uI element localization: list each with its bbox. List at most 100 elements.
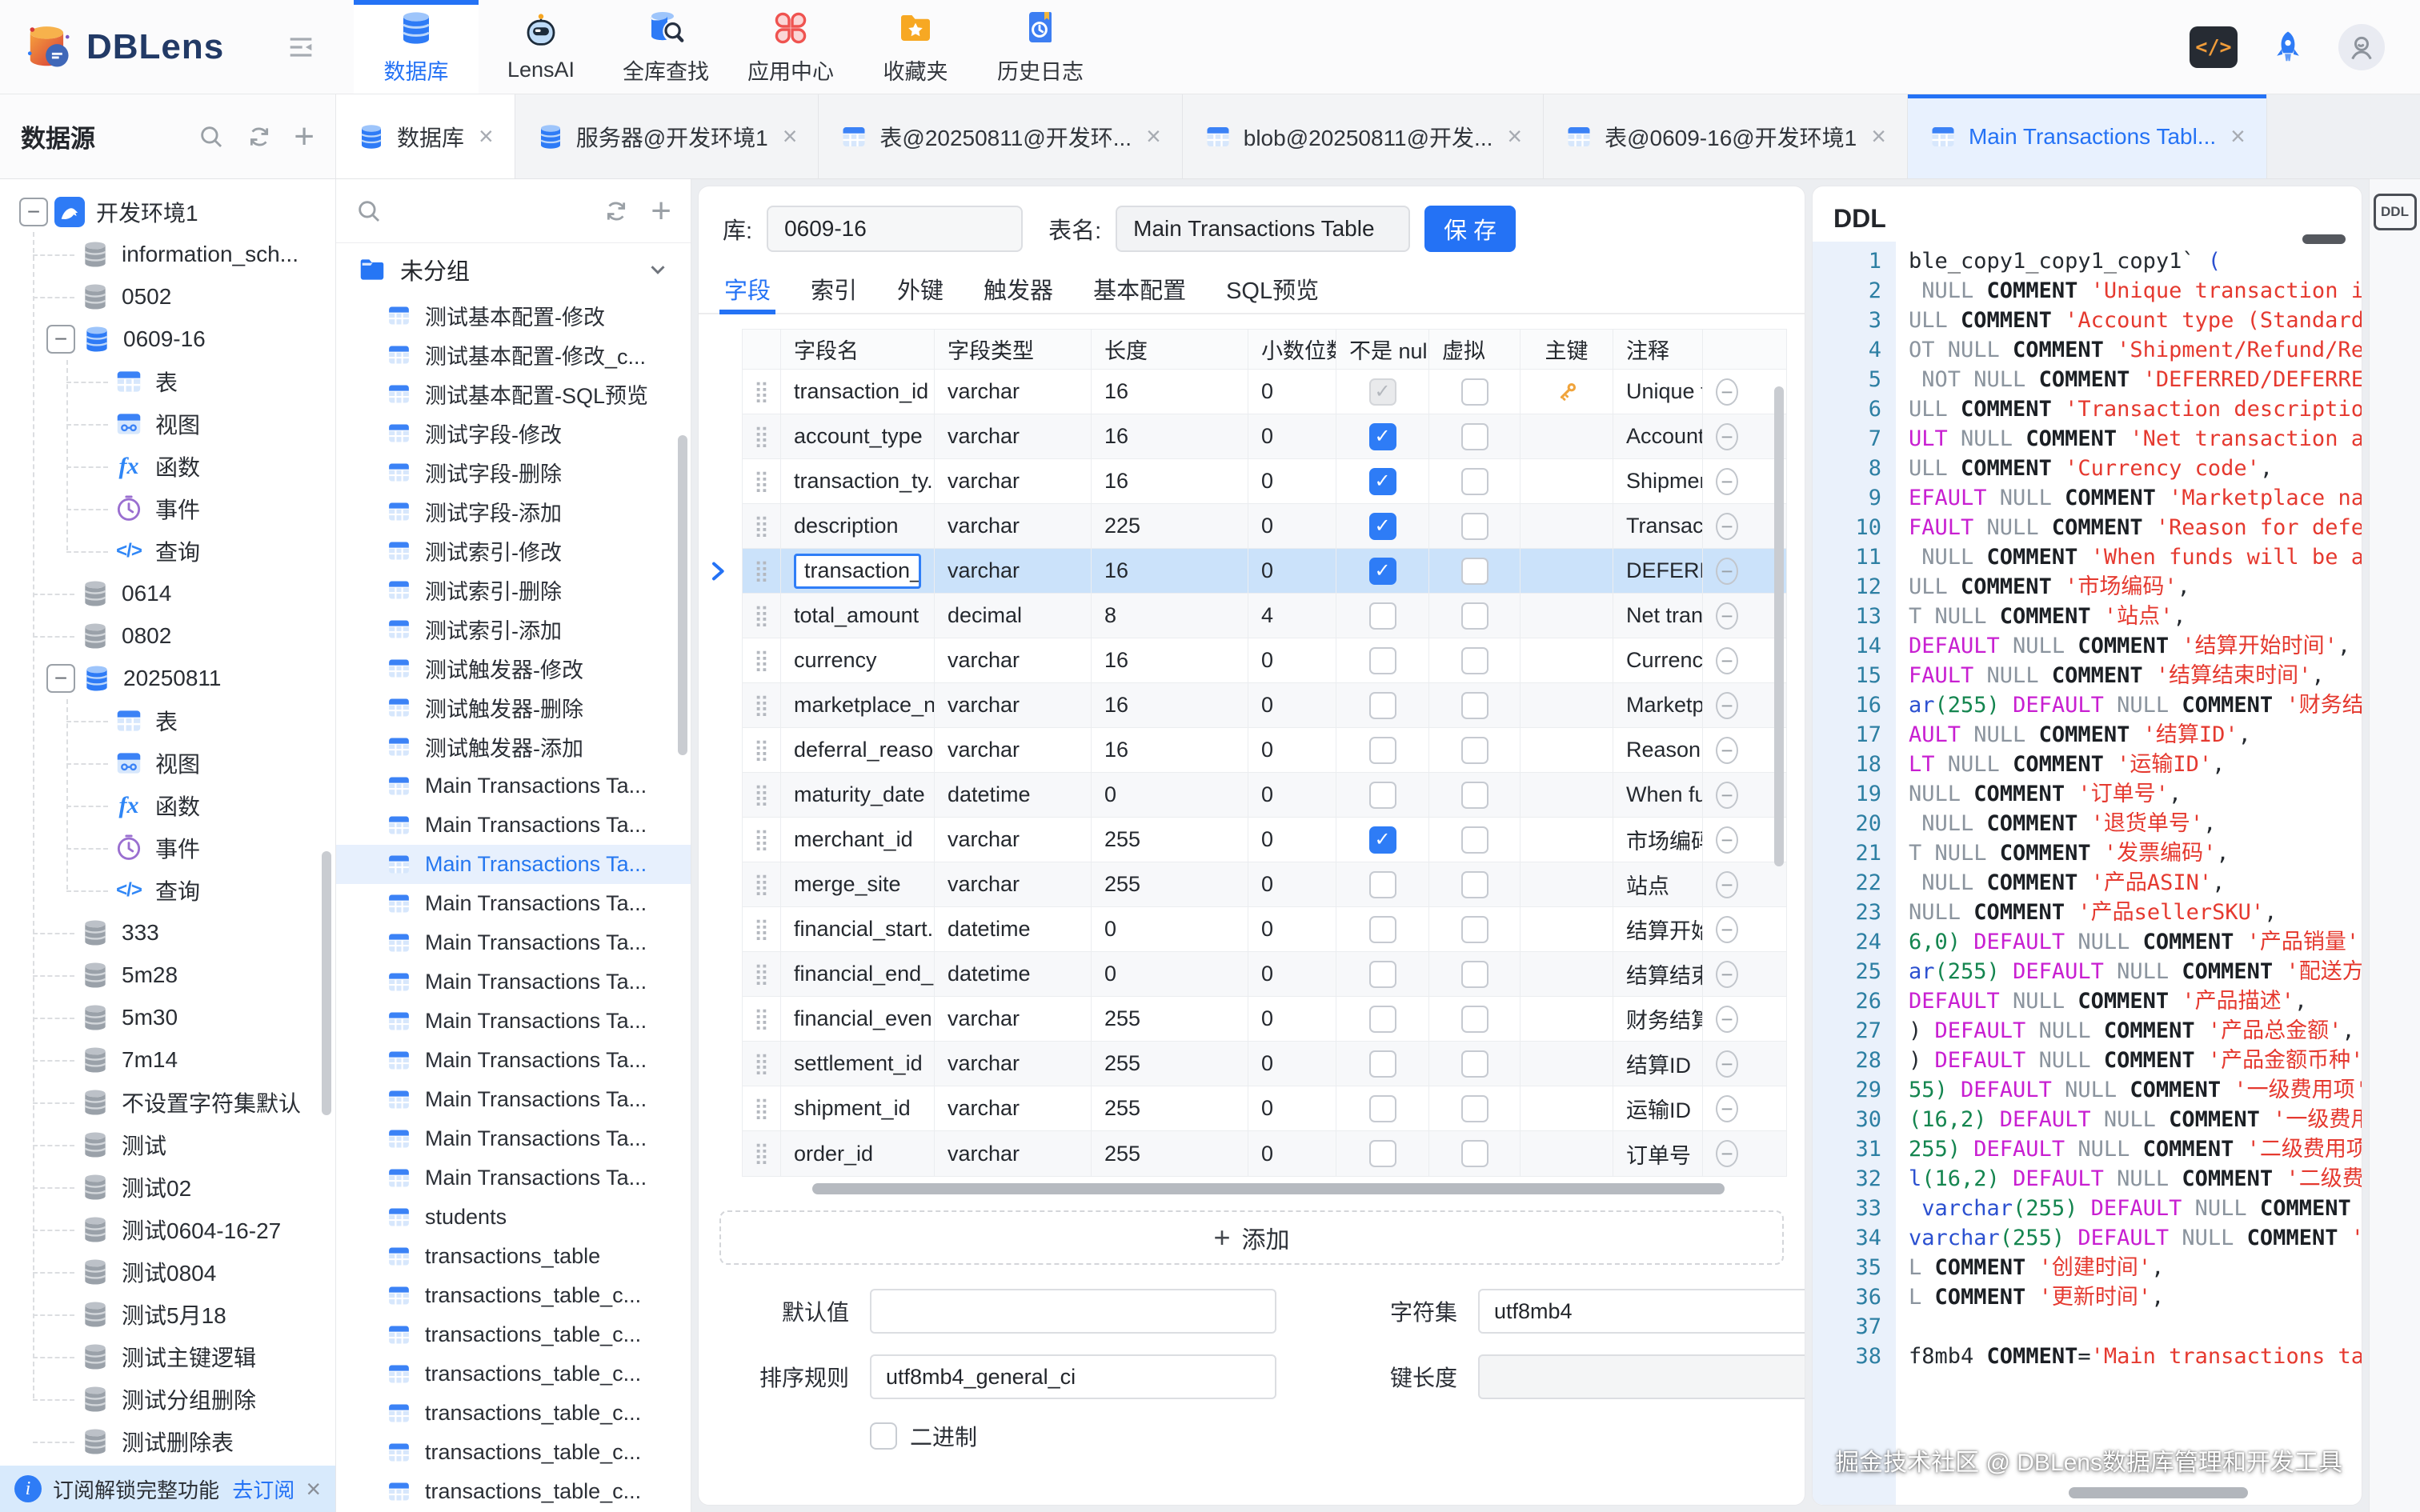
subscribe-link[interactable]: 去订阅 xyxy=(232,1474,294,1504)
checkbox[interactable]: ✓ xyxy=(1369,692,1396,719)
remove-field-icon[interactable]: − xyxy=(1716,871,1738,898)
field-comment-cell[interactable]: Marketpl xyxy=(1613,683,1703,727)
add-field-button[interactable]: + 添加 xyxy=(719,1210,1784,1265)
tree-item[interactable]: </> 查询 xyxy=(0,869,335,911)
field-decimals-cell[interactable]: 0 xyxy=(1248,773,1336,817)
refresh-icon[interactable] xyxy=(246,123,273,150)
field-length-cell[interactable]: 255 xyxy=(1092,1042,1248,1086)
field-name-cell[interactable]: currency xyxy=(781,638,935,682)
banner-close-icon[interactable]: × xyxy=(306,1474,321,1504)
drag-handle[interactable]: ⣿ xyxy=(754,471,769,492)
field-row[interactable]: ⣿ financial_end_... datetime 0 0 ✓ ✓ 结算结… xyxy=(743,952,1786,997)
remove-field-icon[interactable]: − xyxy=(1716,1050,1738,1078)
tree-item[interactable]: − 0609-16 xyxy=(0,318,335,360)
field-name-cell[interactable]: account_type xyxy=(781,414,935,458)
field-length-cell[interactable]: 225 xyxy=(1092,504,1248,548)
field-type-cell[interactable]: varchar xyxy=(935,862,1092,906)
checkbox[interactable]: ✓ xyxy=(1461,558,1488,585)
field-length-cell[interactable]: 16 xyxy=(1092,459,1248,503)
tree-item[interactable]: 333 xyxy=(0,911,335,954)
ddl-code[interactable]: 1234567891011121314151617181920212223242… xyxy=(1813,242,2362,1505)
drag-handle[interactable]: ⣿ xyxy=(754,1054,769,1074)
tree-item[interactable]: 事件 xyxy=(0,487,335,530)
remove-field-icon[interactable]: − xyxy=(1716,916,1738,943)
close-icon[interactable]: × xyxy=(1871,122,1886,151)
checkbox[interactable]: ✓ xyxy=(1461,961,1488,988)
list-item[interactable]: Main Transactions Ta... xyxy=(336,1041,691,1080)
remove-field-icon[interactable]: − xyxy=(1716,647,1738,674)
tree-item[interactable]: 视图 xyxy=(0,402,335,445)
checkbox[interactable]: ✓ xyxy=(1461,916,1488,943)
checkbox[interactable]: ✓ xyxy=(1461,1095,1488,1122)
close-icon[interactable]: × xyxy=(783,122,798,151)
column-header[interactable]: 虚拟 xyxy=(1429,330,1521,369)
tab-字段[interactable]: 字段 xyxy=(724,265,771,313)
field-comment-cell[interactable]: Reason f xyxy=(1613,728,1703,772)
tree-item[interactable]: 测试删除表 xyxy=(0,1420,335,1462)
tree-item[interactable]: 测试 xyxy=(0,1123,335,1166)
field-length-cell[interactable]: 8 xyxy=(1092,594,1248,638)
field-decimals-cell[interactable]: 0 xyxy=(1248,504,1336,548)
field-comment-cell[interactable]: When fur xyxy=(1613,773,1703,817)
field-row[interactable]: ⣿ financial_start... datetime 0 0 ✓ ✓ 结算… xyxy=(743,907,1786,952)
field-length-cell[interactable]: 16 xyxy=(1092,683,1248,727)
grid-hscrollbar[interactable] xyxy=(742,1183,1787,1194)
field-comment-cell[interactable]: 结算结束 xyxy=(1613,952,1703,996)
checkbox[interactable]: ✓ xyxy=(1461,826,1488,854)
document-tab[interactable]: 数据库 × xyxy=(336,94,515,178)
field-name-cell[interactable]: maturity_date xyxy=(781,773,935,817)
drag-handle[interactable]: ⣿ xyxy=(754,1098,769,1119)
tree-item[interactable]: </> 查询 xyxy=(0,530,335,572)
field-type-cell[interactable]: varchar xyxy=(935,549,1092,593)
field-decimals-cell[interactable]: 0 xyxy=(1248,1042,1336,1086)
field-comment-cell[interactable]: 站点 xyxy=(1613,862,1703,906)
drag-handle[interactable]: ⣿ xyxy=(754,785,769,806)
drag-handle[interactable]: ⣿ xyxy=(754,695,769,716)
checkbox[interactable]: ✓ xyxy=(1369,513,1396,540)
field-name-cell[interactable]: order_id xyxy=(781,1131,935,1176)
field-name-cell[interactable]: transaction_st... xyxy=(781,549,935,593)
field-comment-cell[interactable]: DEFERRE xyxy=(1613,549,1703,593)
field-type-cell[interactable]: datetime xyxy=(935,952,1092,996)
field-decimals-cell[interactable]: 0 xyxy=(1248,818,1336,862)
save-button[interactable]: 保 存 xyxy=(1424,206,1516,252)
field-name-cell[interactable]: description xyxy=(781,504,935,548)
column-header[interactable]: 小数位数 xyxy=(1248,330,1336,369)
drag-handle[interactable]: ⣿ xyxy=(754,382,769,402)
remove-field-icon[interactable]: − xyxy=(1716,826,1738,854)
document-tab[interactable]: blob@20250811@开发... × xyxy=(1183,94,1544,178)
list-item[interactable]: Main Transactions Ta... xyxy=(336,806,691,845)
field-length-cell[interactable]: 16 xyxy=(1092,549,1248,593)
document-tab[interactable]: 表@0609-16@开发环境1 × xyxy=(1544,94,1908,178)
checkbox[interactable]: ✓ xyxy=(1461,692,1488,719)
tree-item[interactable]: 测试主键逻辑 xyxy=(0,1335,335,1378)
collapse-expander-icon[interactable]: − xyxy=(19,198,48,226)
field-length-cell[interactable]: 255 xyxy=(1092,1131,1248,1176)
checkbox[interactable]: ✓ xyxy=(1461,602,1488,630)
checkbox[interactable]: ✓ xyxy=(1369,782,1396,809)
field-decimals-cell[interactable]: 0 xyxy=(1248,952,1336,996)
field-name-cell[interactable]: transaction_ty... xyxy=(781,459,935,503)
document-tab[interactable]: 服务器@开发环境1 × xyxy=(515,94,819,178)
add-table-icon[interactable]: + xyxy=(651,194,671,229)
grid-vscrollbar[interactable] xyxy=(1774,386,1784,866)
tab-触发器[interactable]: 触发器 xyxy=(984,265,1053,313)
field-name-cell[interactable]: total_amount xyxy=(781,594,935,638)
checkbox[interactable]: ✓ xyxy=(1461,1050,1488,1078)
tree-item[interactable]: information_sch... xyxy=(0,233,335,275)
tab-基本配置[interactable]: 基本配置 xyxy=(1093,265,1186,313)
field-name-cell[interactable]: merchant_id xyxy=(781,818,935,862)
field-length-cell[interactable]: 16 xyxy=(1092,728,1248,772)
column-header[interactable]: 主键 xyxy=(1521,330,1613,369)
field-row[interactable]: ⣿ description varchar 225 0 ✓ ✓ Transact… xyxy=(743,504,1786,549)
list-item[interactable]: Main Transactions Ta... xyxy=(336,923,691,962)
list-item[interactable]: transactions_table_c... xyxy=(336,1276,691,1315)
nav-history[interactable]: 历史日志 xyxy=(978,0,1103,94)
tree-item[interactable]: − 20250811 xyxy=(0,657,335,699)
list-item[interactable]: Main Transactions Ta... xyxy=(336,845,691,884)
list-item[interactable]: 测试字段-删除 xyxy=(336,453,691,492)
charset-input[interactable]: utf8mb4 xyxy=(1478,1289,1805,1334)
list-item[interactable]: 测试索引-添加 xyxy=(336,610,691,649)
field-name-cell[interactable]: deferral_reason xyxy=(781,728,935,772)
checkbox[interactable]: ✓ xyxy=(1461,423,1488,450)
